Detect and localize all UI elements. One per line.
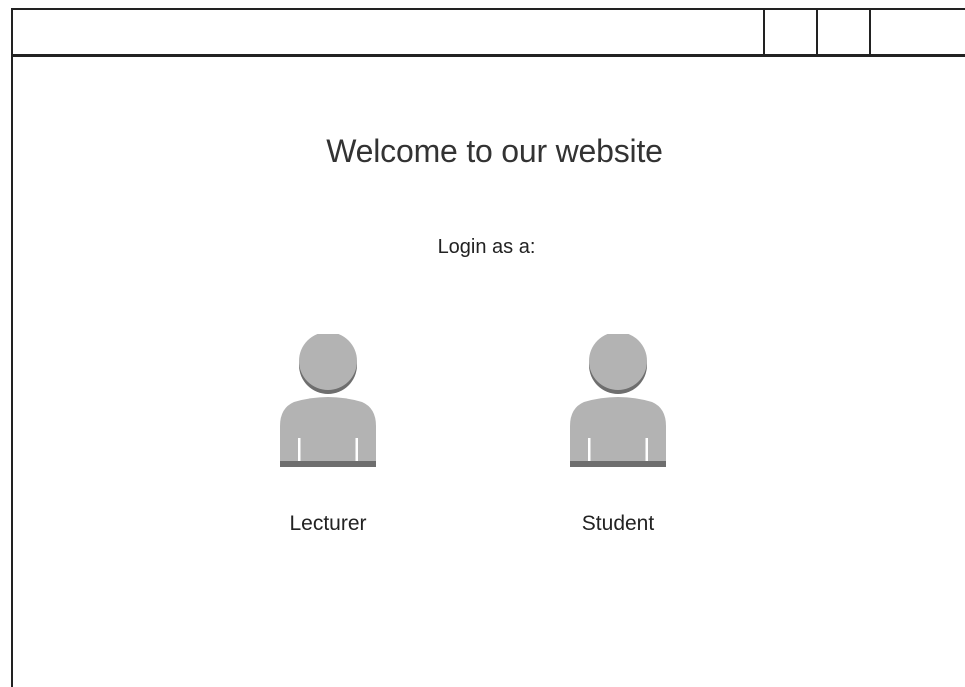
student-label: Student xyxy=(581,512,655,535)
student-role-button[interactable]: Student xyxy=(538,334,698,536)
title-bar xyxy=(13,10,965,57)
page-title-text: Welcome to our website xyxy=(326,133,663,169)
app-window xyxy=(11,8,965,687)
login-role-screen: Welcome to our website Login as a: Lectu… xyxy=(0,0,965,687)
lecturer-role-button[interactable]: Lecturer xyxy=(248,334,408,536)
close-button[interactable] xyxy=(869,10,965,57)
minimize-button[interactable] xyxy=(763,10,816,57)
user-icon xyxy=(280,334,376,467)
login-prompt: Login as a: xyxy=(0,236,965,259)
login-prompt-text: Login as a: xyxy=(437,236,536,258)
page-title: Welcome to our website xyxy=(0,133,965,170)
maximize-button[interactable] xyxy=(816,10,869,57)
user-icon xyxy=(570,334,666,467)
lecturer-label: Lecturer xyxy=(289,512,367,535)
